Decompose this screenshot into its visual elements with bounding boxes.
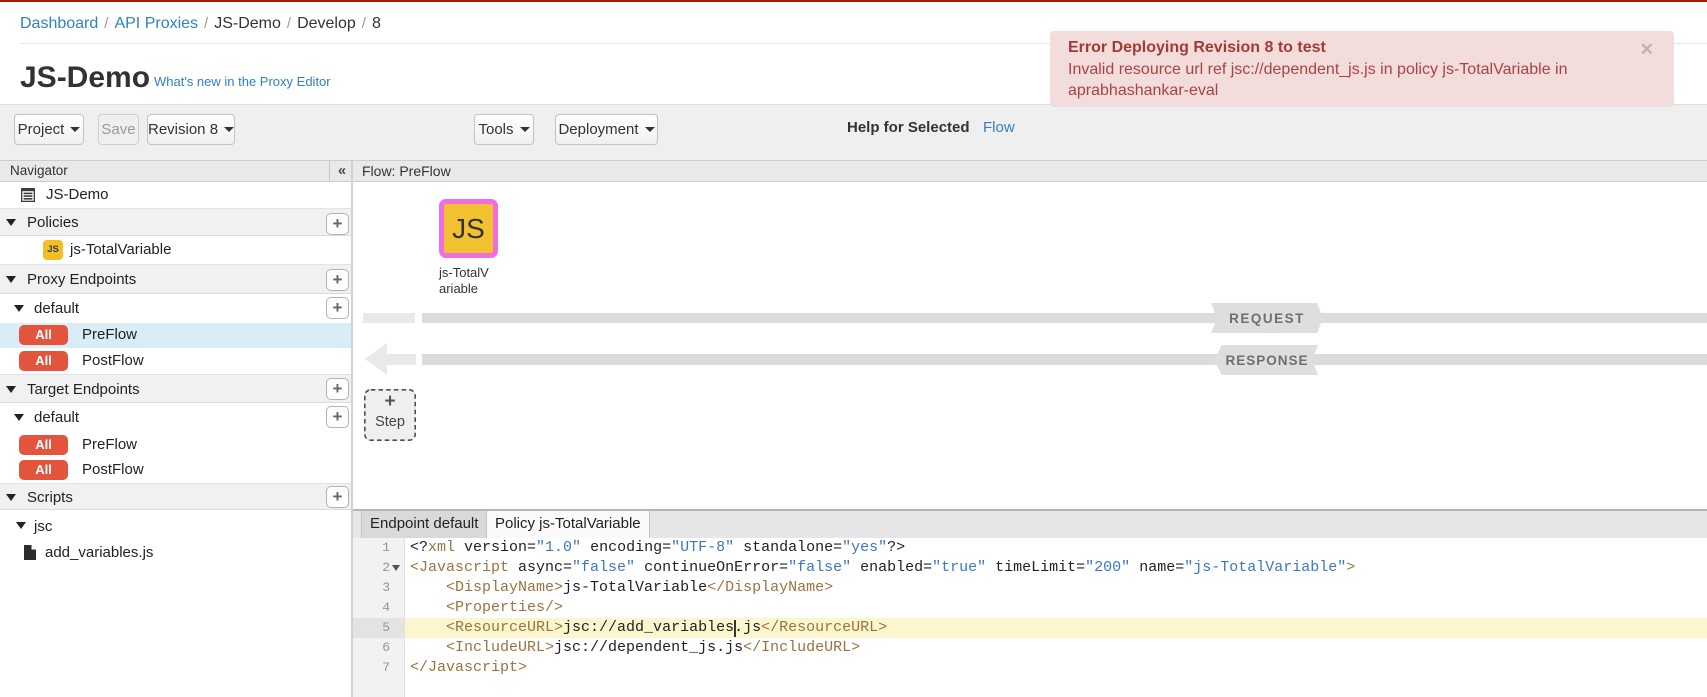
svg-text:RESPONSE: RESPONSE [1225, 353, 1308, 368]
svg-text:REQUEST: REQUEST [1229, 311, 1305, 326]
